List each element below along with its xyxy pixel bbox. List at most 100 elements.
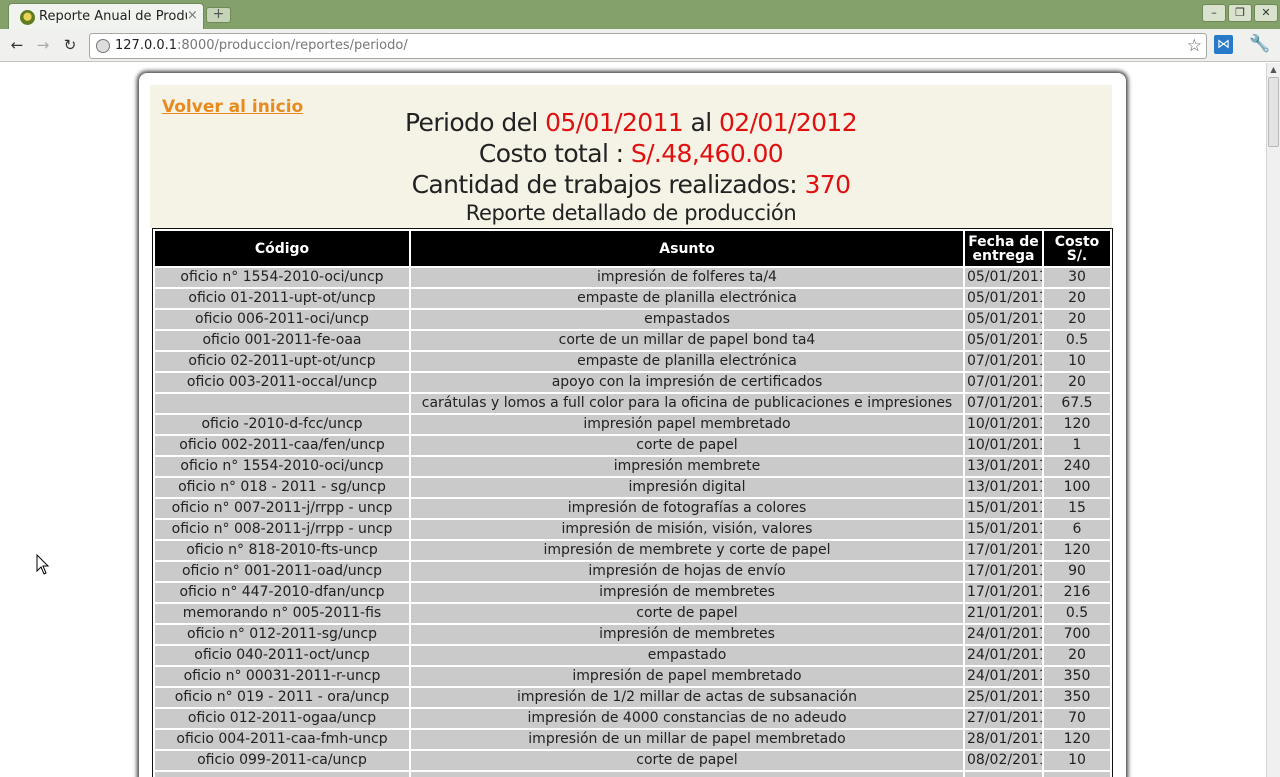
table-row: memorando n° 005-2011-fis corte de papel 2…	[155, 604, 1110, 623]
cell-costo: 90	[1044, 562, 1110, 581]
cell-costo: 700	[1044, 625, 1110, 644]
back-arrow-icon[interactable]: ←	[6, 34, 28, 56]
column-header-codigo: Código	[155, 231, 409, 266]
table-row: oficio n° 1554-2010-oci/uncp impresión de…	[155, 268, 1110, 287]
cell-costo: 350	[1044, 667, 1110, 686]
table-body: oficio n° 1554-2010-oci/uncp impresión de…	[155, 268, 1110, 777]
cell-fecha: 24/01/2011	[965, 625, 1042, 644]
cell-asunto: impresión de hojas de envío	[411, 562, 963, 581]
column-header-fecha: Fecha de entrega	[965, 231, 1042, 266]
cell-asunto: corte de papel	[411, 751, 963, 770]
cell-costo: 67.5	[1044, 394, 1110, 413]
cell-asunto: apoyo con la impresión de certificados	[411, 373, 963, 392]
cell-asunto: impresión de un millar de papel membreta…	[411, 730, 963, 749]
job-count-value: 370	[804, 170, 851, 199]
cell-costo: 6	[1044, 520, 1110, 539]
cell-fecha: 07/01/2011	[965, 394, 1042, 413]
cell-costo: 0.5	[1044, 604, 1110, 623]
page-info-icon[interactable]	[96, 39, 110, 53]
cell-fecha: 13/01/2011	[965, 478, 1042, 497]
cell-costo: 0.5	[1044, 331, 1110, 350]
cell-codigo: oficio n° 019 - 2011 - ora/uncp	[155, 688, 409, 707]
vertical-scrollbar[interactable]: ▲	[1266, 63, 1280, 777]
cell-asunto: impresión de fotografías a colores	[411, 499, 963, 518]
cell-fecha: 10/01/2011	[965, 415, 1042, 434]
report-subtitle: Reporte detallado de producción	[465, 201, 797, 225]
cell-asunto: impresión de membretes	[411, 625, 963, 644]
cell-costo: 20	[1044, 373, 1110, 392]
cell-codigo: oficio n° 008-2011-j/rrpp - uncp	[155, 520, 409, 539]
cell-codigo: oficio -2010-d-fcc/uncp	[155, 415, 409, 434]
mouse-cursor-icon	[36, 554, 50, 575]
minimize-button[interactable]: –	[1202, 4, 1226, 22]
browser-tab[interactable]: Reporte Anual de Produ ×	[8, 3, 204, 29]
window-titlebar: Reporte Anual de Produ × + – ❐ ✕	[0, 0, 1280, 29]
cell-fecha: 05/01/2011	[965, 268, 1042, 287]
cell-asunto: impresión de papel membretado	[411, 667, 963, 686]
cell-codigo	[155, 772, 409, 777]
table-row: oficio 040-2011-oct/uncp empastado 24/01/2…	[155, 646, 1110, 665]
cell-costo: 120	[1044, 415, 1110, 434]
table-row: oficio n° 007-2011-j/rrpp - uncp impresió…	[155, 499, 1110, 518]
wrench-menu-icon[interactable]: 🔧	[1249, 34, 1270, 54]
cell-fecha: 17/01/2011	[965, 562, 1042, 581]
cell-asunto: corte de papel	[411, 604, 963, 623]
cell-costo: 20	[1044, 289, 1110, 308]
cell-codigo: oficio 012-2011-ogaa/uncp	[155, 709, 409, 728]
table-row: oficio 003-2011-occal/uncp apoyo con la i…	[155, 373, 1110, 392]
cell-asunto	[411, 772, 963, 777]
cell-codigo: oficio 004-2011-caa-fmh-uncp	[155, 730, 409, 749]
cell-fecha: 24/01/2011	[965, 646, 1042, 665]
bookmark-star-icon[interactable]: ☆	[1187, 36, 1202, 56]
cell-fecha: 25/01/2011	[965, 688, 1042, 707]
total-cost-value: S/.48,460.00	[630, 139, 784, 168]
cell-costo: 10	[1044, 352, 1110, 371]
cell-costo: 350	[1044, 688, 1110, 707]
cell-asunto: carátulas y lomos a full color para la o…	[411, 394, 963, 413]
new-tab-button[interactable]: +	[206, 7, 231, 23]
total-cost-line: Costo total : S/.48,460.00	[478, 139, 784, 168]
table-row: oficio 012-2011-ogaa/uncp impresión de 40…	[155, 709, 1110, 728]
date-to: 02/01/2012	[718, 108, 858, 137]
cell-costo: 1	[1044, 436, 1110, 455]
cell-asunto: impresión de 1/2 millar de actas de subs…	[411, 688, 963, 707]
cell-codigo: oficio 003-2011-occal/uncp	[155, 373, 409, 392]
cell-fecha: 05/01/2011	[965, 310, 1042, 329]
period-line: Periodo del 05/01/2011 al 02/01/2012	[404, 108, 858, 137]
cell-codigo: oficio 040-2011-oct/uncp	[155, 646, 409, 665]
cell-codigo: oficio n° 447-2010-dfan/uncp	[155, 583, 409, 602]
cell-asunto: impresión de membretes	[411, 583, 963, 602]
restore-button[interactable]: ❐	[1228, 4, 1252, 22]
cell-costo: 20	[1044, 310, 1110, 329]
table-row: oficio 004-2011-caa-fmh-uncp impresión de…	[155, 730, 1110, 749]
cell-fecha: 17/01/2011	[965, 541, 1042, 560]
cell-asunto: empaste de planilla electrónica	[411, 289, 963, 308]
table-row: oficio 02-2011-upt-ot/uncp empaste de pla…	[155, 352, 1110, 371]
cell-asunto: impresión de misión, visión, valores	[411, 520, 963, 539]
cell-asunto: impresión de membrete y corte de papel	[411, 541, 963, 560]
forward-arrow-icon[interactable]: →	[32, 34, 54, 56]
cell-codigo: oficio n° 012-2011-sg/uncp	[155, 625, 409, 644]
date-from: 05/01/2011	[545, 108, 684, 137]
extension-icon[interactable]: ⋈	[1214, 35, 1233, 54]
table-row: oficio 099-2011-ca/uncp corte de papel 08/…	[155, 751, 1110, 770]
address-bar[interactable]: 127.0.0.1:8000/produccion/reportes/perio…	[89, 33, 1207, 59]
reload-icon[interactable]: ↻	[59, 34, 81, 56]
scroll-up-arrow-icon[interactable]: ▲	[1267, 63, 1280, 77]
column-header-costo: Costo S/.	[1044, 231, 1110, 266]
cell-costo: 15	[1044, 499, 1110, 518]
tab-title: Reporte Anual de Produ	[39, 9, 187, 24]
cell-asunto: impresión digital	[411, 478, 963, 497]
scroll-thumb[interactable]	[1268, 77, 1279, 147]
tab-close-icon[interactable]: ×	[187, 8, 198, 23]
cell-costo: 240	[1044, 457, 1110, 476]
url-text: 127.0.0.1:8000/produccion/reportes/perio…	[115, 38, 408, 53]
cell-costo: 120	[1044, 541, 1110, 560]
table-row: oficio n° 001-2011-oad/uncp impresión de …	[155, 562, 1110, 581]
cell-costo	[1044, 772, 1110, 777]
cell-codigo: oficio n° 1554-2010-oci/uncp	[155, 268, 409, 287]
cell-fecha: 05/01/2011	[965, 331, 1042, 350]
close-window-button[interactable]: ✕	[1254, 4, 1278, 22]
table-row: oficio n° 019 - 2011 - ora/uncp impresión…	[155, 688, 1110, 707]
cell-fecha: 07/01/2011	[965, 352, 1042, 371]
